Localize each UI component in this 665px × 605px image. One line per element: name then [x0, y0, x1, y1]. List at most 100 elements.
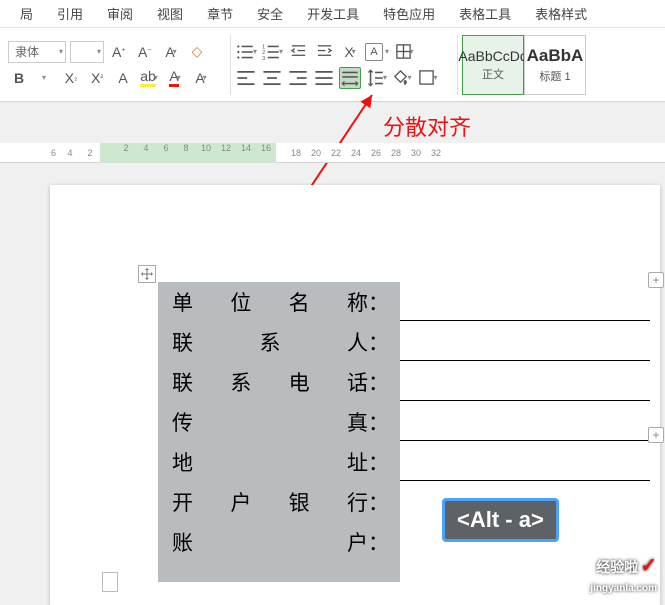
cell-colon: ： [368, 327, 386, 357]
align-left-icon[interactable] [235, 67, 257, 89]
tab[interactable]: 开发工具 [295, 4, 371, 23]
align-center-icon[interactable] [261, 67, 283, 89]
menu-tabs: 局 引用 审阅 视图 章节 安全 开发工具 特色应用 表格工具 表格样式 [0, 0, 665, 28]
ruler-tick: 4 [60, 148, 80, 158]
borders-icon[interactable]: ▾ [393, 41, 415, 63]
table-underline [400, 480, 650, 481]
ruler-left-marker: 6 [0, 148, 60, 158]
ruler-tick: 24 [346, 148, 366, 158]
ribbon: 隶体▾ ▾ A⁺ A⁻ A▾ ◇ B ▾ X₂ X² A ab▾ A▾ A▾ ▾… [0, 28, 665, 102]
ruler-tick: 18 [286, 148, 306, 158]
superscript-icon[interactable]: X² [86, 67, 108, 89]
table-cell[interactable]: 开户银行： [158, 482, 400, 522]
underline-icon[interactable]: ▾ [34, 67, 56, 89]
table-cell[interactable]: 联系人： [158, 322, 400, 362]
tab[interactable]: 局 [8, 4, 45, 23]
horizontal-ruler[interactable]: 6 4 2 2 4 6 8 10 12 14 16 18 20 22 24 26… [0, 143, 665, 163]
ruler-tick: 20 [306, 148, 326, 158]
table-cell[interactable]: 传真： [158, 402, 400, 442]
indent-icon[interactable] [313, 41, 335, 63]
shading-icon[interactable]: ▾ [391, 67, 413, 89]
ruler-tick: 32 [426, 148, 446, 158]
char-border-icon[interactable]: A [365, 43, 383, 61]
cell-text: 传真 [172, 407, 368, 437]
ruler-tick: 16 [256, 143, 276, 163]
ruler-tick: 14 [236, 143, 256, 163]
ruler-margin [100, 143, 116, 163]
ruler-tick: 2 [116, 143, 136, 163]
table-cell[interactable]: 单位名称： [158, 282, 400, 322]
style-label: 正文 [482, 66, 504, 82]
table-cell[interactable]: 地址： [158, 442, 400, 482]
watermark: 经验啦✓ jingyanla.com [590, 553, 657, 594]
cell-text: 账户 [172, 527, 368, 557]
bullet-list-icon[interactable]: ▾ [235, 41, 257, 63]
clear-format-icon[interactable]: ◇ [186, 41, 208, 63]
decrease-font-icon[interactable]: A⁻ [134, 41, 156, 63]
style-label: 标题 1 [539, 68, 570, 84]
table-selection[interactable]: 单位名称： 联系人： 联系电话： 传真： 地址： 开户银行： 账户： [158, 282, 400, 582]
cell-text: 开户银行 [172, 487, 368, 517]
table-cell[interactable]: 账户： [158, 522, 400, 562]
cell-colon: ： [368, 287, 386, 317]
font-size-select[interactable]: ▾ [70, 41, 104, 63]
clear-a-icon[interactable]: A [112, 67, 134, 89]
cell-colon: ： [368, 447, 386, 477]
table-underline [400, 360, 650, 361]
emphasis-icon[interactable]: A▾ [190, 67, 212, 89]
change-case-icon[interactable]: A▾ [160, 41, 182, 63]
tab[interactable]: 特色应用 [371, 4, 447, 23]
highlight-icon[interactable]: ab▾ [138, 67, 160, 89]
style-preview: AaBbA [527, 46, 584, 66]
ruler-tick: 28 [386, 148, 406, 158]
cell-colon: ： [368, 407, 386, 437]
subscript-icon[interactable]: X₂ [60, 67, 82, 89]
tab[interactable]: 表格样式 [523, 4, 599, 23]
keyboard-shortcut-badge: <Alt - a> [442, 498, 559, 542]
font-name-select[interactable]: 隶体▾ [8, 41, 66, 63]
tab[interactable]: 引用 [45, 4, 95, 23]
cell-colon: ： [368, 487, 386, 517]
tab[interactable]: 章节 [195, 4, 245, 23]
style-preview: AaBbCcDd [458, 48, 527, 64]
cell-colon: ： [368, 367, 386, 397]
annotation-label: 分散对齐 [383, 110, 471, 142]
tab[interactable]: 审阅 [95, 4, 145, 23]
line-spacing-icon[interactable]: ▾ [365, 67, 387, 89]
svg-text:3: 3 [262, 55, 265, 61]
cell-text: 联系人 [172, 327, 368, 357]
align-justify-icon[interactable] [313, 67, 335, 89]
ruler-tick: 2 [80, 148, 100, 158]
style-heading1[interactable]: AaBbA 标题 1 [524, 35, 586, 95]
cell-text: 单位名称 [172, 287, 368, 317]
tab[interactable]: 安全 [245, 4, 295, 23]
text-direction-icon[interactable]: X▾ [339, 41, 361, 63]
table-underline [400, 440, 650, 441]
increase-font-icon[interactable]: A⁺ [108, 41, 130, 63]
align-distribute-icon[interactable] [339, 67, 361, 89]
ruler-tick: 6 [156, 143, 176, 163]
tab[interactable]: 视图 [145, 4, 195, 23]
align-right-icon[interactable] [287, 67, 309, 89]
ruler-tick: 8 [176, 143, 196, 163]
ruler-tick: 4 [136, 143, 156, 163]
ruler-tick: 26 [366, 148, 386, 158]
cell-colon: ： [368, 527, 386, 557]
ruler-tick: 30 [406, 148, 426, 158]
bold-icon[interactable]: B [8, 67, 30, 89]
cell-text: 联系电话 [172, 367, 368, 397]
outdent-icon[interactable] [287, 41, 309, 63]
insert-column-icon[interactable]: + [648, 272, 664, 288]
tab[interactable]: 表格工具 [447, 4, 523, 23]
paragraph-border-icon[interactable]: ▾ [417, 67, 439, 89]
font-color-icon[interactable]: A▾ [164, 67, 186, 89]
table-move-handle-icon[interactable] [138, 265, 156, 283]
cell-text: 地址 [172, 447, 368, 477]
table-cell[interactable]: 联系电话： [158, 362, 400, 402]
insert-column-icon[interactable]: + [648, 427, 664, 443]
page-icon[interactable] [102, 572, 118, 592]
style-normal[interactable]: AaBbCcDd 正文 [462, 35, 524, 95]
ruler-tick: 10 [196, 143, 216, 163]
table-underline [400, 320, 650, 321]
number-list-icon[interactable]: 123▾ [261, 41, 283, 63]
